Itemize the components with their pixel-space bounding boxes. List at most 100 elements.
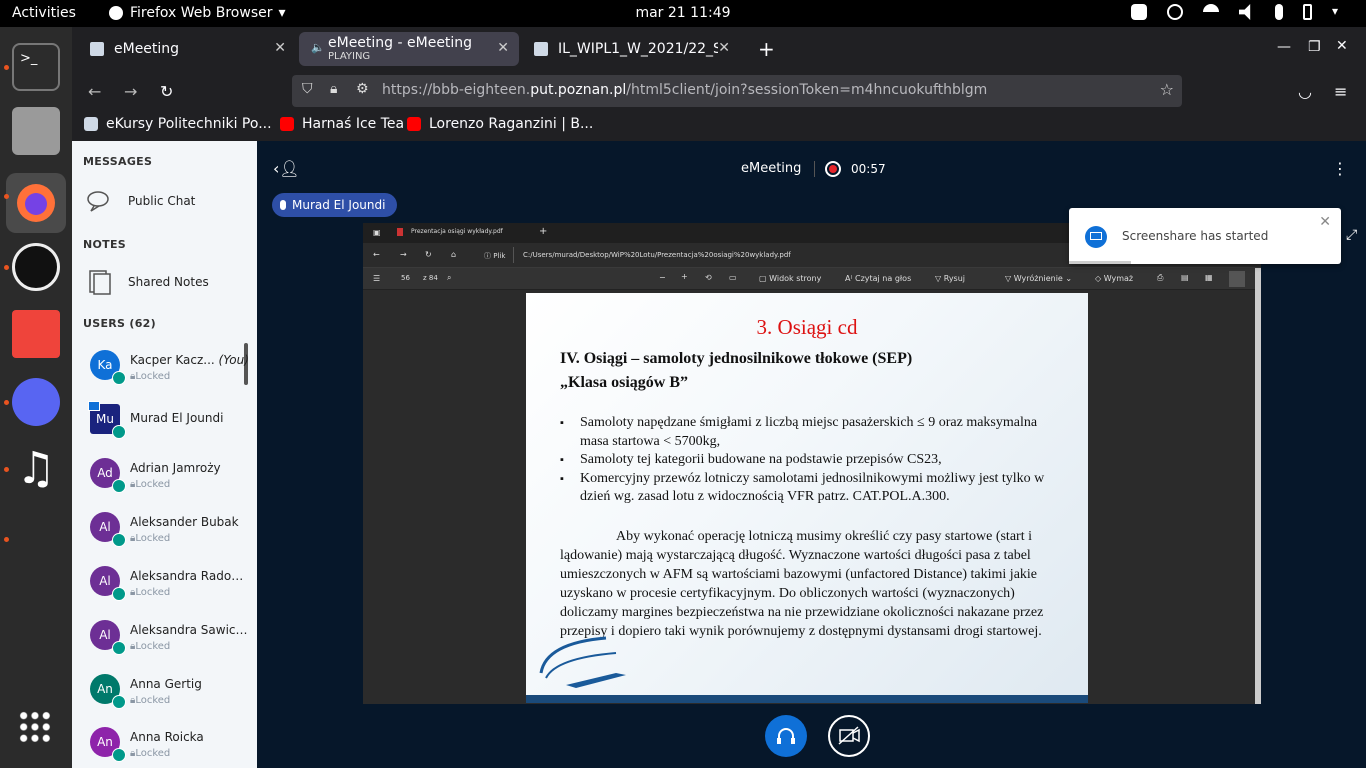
new-tab-button[interactable]: + bbox=[758, 37, 775, 61]
user-item[interactable]: An Anna Roicka 🔒︎Locked bbox=[88, 722, 253, 768]
highlight-tool: ▽ Wyróżnienie ⌄ bbox=[1005, 274, 1073, 283]
hamburger-menu-icon[interactable]: ≡ bbox=[1334, 82, 1347, 101]
battery-icon[interactable] bbox=[1303, 4, 1312, 20]
bookmark-harnas[interactable]: Harnaś Ice Tea bbox=[280, 116, 404, 132]
tab-course[interactable]: IL_WIPL1_W_2021/22_St ✕ bbox=[522, 32, 740, 66]
forward-icon: → bbox=[400, 250, 407, 259]
anydesk-icon[interactable] bbox=[12, 310, 60, 358]
tab-emeeting-playing[interactable]: 🔈 eMeeting - eMeeting PLAYING ✕ bbox=[299, 32, 519, 66]
firefox-dock-icon[interactable] bbox=[6, 173, 66, 233]
public-chat-label: Public Chat bbox=[128, 194, 196, 208]
youtube-icon bbox=[280, 117, 294, 131]
close-tab-icon[interactable]: ✕ bbox=[274, 40, 286, 56]
obs-tray-icon[interactable] bbox=[1167, 4, 1183, 20]
music-icon[interactable]: ♫ bbox=[12, 445, 60, 493]
reload-button[interactable]: ↻ bbox=[160, 82, 173, 101]
discord-tray-icon[interactable] bbox=[1131, 4, 1147, 20]
system-tray[interactable]: ▾ bbox=[1131, 4, 1348, 20]
minimize-window-button[interactable]: — bbox=[1277, 39, 1291, 55]
show-apps-icon[interactable] bbox=[18, 710, 52, 744]
user-item[interactable]: Ad Adrian Jamroży 🔒︎Locked bbox=[88, 453, 253, 503]
close-toast-button[interactable]: ✕ bbox=[1319, 214, 1331, 230]
toggle-user-list-button[interactable]: ‹👤︎ bbox=[273, 159, 300, 178]
close-window-button[interactable]: ✕ bbox=[1336, 38, 1348, 54]
tab-playing-label: PLAYING bbox=[328, 51, 371, 62]
users-header: USERS (62) bbox=[83, 317, 156, 330]
microphone-icon[interactable] bbox=[1275, 4, 1283, 20]
user-item[interactable]: Al Aleksandra Radow... 🔒︎Locked bbox=[88, 561, 253, 611]
save-icon: ▤ bbox=[1181, 273, 1189, 282]
shared-file-path: C:/Users/murad/Desktop/WiP%20Lotu/Prezen… bbox=[523, 251, 791, 259]
read-aloud-tool: A⁾ Czytaj na głos bbox=[845, 274, 912, 283]
options-menu-icon[interactable]: ⋮ bbox=[1332, 159, 1348, 178]
user-name: Aleksandra Radow... bbox=[130, 569, 248, 583]
microphone-status-icon bbox=[112, 425, 126, 439]
home-icon: ⌂ bbox=[451, 250, 457, 259]
bookmark-ekursy[interactable]: eKursy Politechniki Po... bbox=[84, 116, 272, 132]
close-tab-icon[interactable]: ✕ bbox=[718, 40, 730, 56]
power-menu-icon[interactable]: ▾ bbox=[1332, 4, 1348, 20]
presenter-talking-badge[interactable]: Murad El Joundi bbox=[272, 193, 398, 217]
erase-tool: ◇ Wymaż bbox=[1095, 274, 1134, 283]
user-name: Aleksandra Sawicka bbox=[130, 623, 248, 637]
running-indicator bbox=[4, 265, 9, 270]
divider bbox=[513, 247, 514, 263]
screenshare-toast: Screenshare has started ✕ bbox=[1069, 208, 1341, 264]
speaker-icon[interactable]: 🔈 bbox=[311, 41, 325, 54]
close-tab-icon[interactable]: ✕ bbox=[497, 40, 509, 56]
forward-button[interactable]: → bbox=[124, 82, 137, 101]
volume-icon[interactable] bbox=[1239, 4, 1251, 20]
back-button[interactable]: ← bbox=[88, 82, 101, 101]
shared-notes-item[interactable]: Shared Notes bbox=[86, 269, 209, 295]
user-item[interactable]: An Anna Gertig 🔒︎Locked bbox=[88, 669, 253, 719]
url-bar[interactable]: ⛉ 🔒︎ ⚙ https://bbb-eighteen.put.poznan.p… bbox=[292, 75, 1182, 107]
shield-icon[interactable]: ⛉ bbox=[302, 81, 313, 97]
files-icon[interactable] bbox=[12, 107, 60, 155]
audio-button[interactable] bbox=[765, 715, 807, 757]
permissions-icon[interactable]: ⚙ bbox=[356, 81, 369, 97]
user-name: Kacper Kacz... (You) bbox=[130, 353, 249, 367]
user-item-self[interactable]: Ka Kacper Kacz... (You) 🔒︎Locked bbox=[88, 345, 253, 395]
user-item[interactable]: Al Aleksander Bubak 🔒︎Locked bbox=[88, 507, 253, 557]
recording-indicator[interactable]: 00:57 bbox=[825, 161, 886, 177]
headphones-icon bbox=[777, 728, 795, 744]
meeting-title: eMeeting bbox=[741, 161, 802, 176]
slide-paragraph: Aby wykonać operację lotniczą musimy okr… bbox=[560, 529, 1044, 639]
notes-header: NOTES bbox=[83, 238, 126, 251]
presentation-slide: 3. Osiągi cd IV. Osiągi – samoloty jedno… bbox=[526, 293, 1088, 703]
video-off-icon bbox=[838, 726, 860, 745]
pocket-icon[interactable]: ◡ bbox=[1298, 82, 1312, 101]
wifi-icon[interactable] bbox=[1203, 4, 1219, 20]
screenshare-view[interactable]: ▣ Prezentacja osiągi wykłady.pdf + ← → ↻… bbox=[363, 223, 1261, 704]
site-favicon-icon bbox=[534, 42, 548, 56]
shared-window-icon: ▣ bbox=[373, 228, 381, 237]
tab-emeeting[interactable]: eMeeting ✕ bbox=[78, 32, 296, 66]
microphone-status-icon bbox=[112, 641, 126, 655]
record-icon bbox=[825, 161, 841, 177]
user-icon: 👤︎ bbox=[279, 159, 300, 178]
terminal-icon[interactable]: >_ bbox=[12, 43, 60, 91]
pdf-scrollbar bbox=[1255, 268, 1261, 704]
fullscreen-icon[interactable]: ⤢ bbox=[1346, 227, 1357, 243]
reload-icon: ↻ bbox=[425, 250, 432, 259]
url-text[interactable]: https://bbb-eighteen.put.poznan.pl/html5… bbox=[382, 82, 987, 98]
microphone-status-icon bbox=[112, 587, 126, 601]
obs-icon[interactable] bbox=[12, 243, 60, 291]
maximize-window-button[interactable]: ❐ bbox=[1308, 39, 1321, 55]
lock-icon[interactable]: 🔒︎ bbox=[330, 81, 337, 97]
bookmark-lorenzo[interactable]: Lorenzo Raganzini | B... bbox=[407, 116, 593, 132]
file-indicator: ⓘ Plik bbox=[484, 252, 506, 260]
pin-icon bbox=[1229, 271, 1245, 287]
public-chat-item[interactable]: Public Chat bbox=[86, 189, 195, 213]
user-item-presenter[interactable]: Mu Murad El Joundi bbox=[88, 399, 253, 449]
user-item[interactable]: Al Aleksandra Sawicka 🔒︎Locked bbox=[88, 615, 253, 665]
discord-icon[interactable] bbox=[12, 378, 60, 426]
share-webcam-button[interactable] bbox=[828, 715, 870, 757]
running-indicator bbox=[4, 194, 9, 199]
chat-icon bbox=[87, 191, 109, 212]
bookmark-star-icon[interactable]: ☆ bbox=[1160, 80, 1174, 99]
dock: >_ ♫ bbox=[0, 27, 72, 768]
bookmark-label: Lorenzo Raganzini | B... bbox=[429, 116, 594, 132]
microphone-status-icon bbox=[112, 371, 126, 385]
notes-icon bbox=[89, 270, 111, 295]
